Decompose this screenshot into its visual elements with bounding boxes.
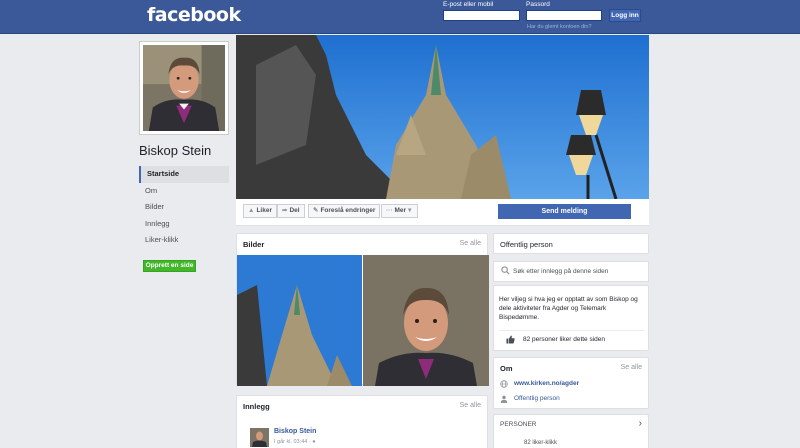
photos-card-title: Bilder [243,240,265,249]
page-search-input[interactable] [513,266,643,277]
posts-see-all-link[interactable]: Se alle [460,402,481,409]
password-label: Passord [526,1,550,8]
share-arrow-icon: ➦ [282,207,288,214]
chevron-right-icon: › [638,418,642,429]
om-see-all-link[interactable]: Se alle [621,364,642,371]
page-action-bar: ▲ Liker ➦ Del ✎ Foreslå endringer ··· Mer ▾ S… [236,199,649,226]
avatar-image [250,428,269,447]
om-category-link[interactable]: Offentlig person [514,395,560,402]
facebook-logo[interactable]: facebook [147,4,241,26]
nav-item-startside[interactable]: Startside [139,166,229,183]
photos-card: Bilder Se alle [236,233,489,386]
share-button[interactable]: ➦ Del [277,204,305,218]
cathedral-cover-image [236,35,649,199]
post-author-name[interactable]: Biskop Stein [274,428,316,435]
photos-thumbnails[interactable] [237,255,489,386]
ellipsis-icon: ··· [386,207,393,214]
website-link[interactable]: www.kirken.no/agder [514,380,579,387]
nav-item-bilder[interactable]: Bilder [139,199,229,216]
thumbs-up-icon: ▲ [248,207,255,214]
left-navigation: Startside Om Bilder Innlegg Liker-klikk [139,166,229,249]
persons-card[interactable]: PERSONER › 82 liker-klikk [493,414,649,448]
person-icon [500,395,508,403]
globe-icon: ● [312,439,316,445]
page-title: Biskop Stein [139,143,212,158]
om-card-title: Om [500,364,513,373]
about-card: Her viljeg si hva jeg er opptatt av som … [493,285,649,351]
persons-count: 82 liker-klikk [524,440,558,446]
category-card: Offentlig person [493,233,649,254]
nav-item-innlegg[interactable]: Innlegg [139,216,229,233]
nav-item-liker-klikk[interactable]: Liker-klikk [139,232,229,249]
photos-see-all-link[interactable]: Se alle [460,240,481,247]
pencil-icon: ✎ [313,207,319,214]
search-icon [501,266,510,275]
login-button[interactable]: Logg inn [609,9,641,22]
send-message-button[interactable]: Send melding [498,204,631,219]
about-description: Her viljeg si hva jeg er opptatt av som … [499,296,638,321]
thumbs-up-icon [506,335,515,344]
page-search [493,261,649,282]
password-input[interactable] [526,10,602,21]
cover-photo[interactable] [236,35,649,199]
top-bar: facebook E-post eller mobil Passord Logg… [0,0,800,34]
globe-icon [500,380,508,388]
post-timestamp[interactable]: I går kl. 03:44 · ● [274,439,316,445]
more-button[interactable]: ··· Mer ▾ [381,204,419,218]
chevron-down-icon: ▾ [408,207,412,214]
posts-card: Innlegg Se alle Biskop Stein I går kl. 0… [236,395,488,448]
like-button[interactable]: ▲ Liker [243,204,277,218]
page-category[interactable]: Offentlig person [500,240,553,249]
forgot-account-link[interactable]: Har du glemt kontoen din? [527,24,592,30]
likes-count-text: 82 personer liker dette siden [523,336,606,343]
photos-grid [237,255,489,386]
profile-picture[interactable] [139,41,229,135]
posts-card-title: Innlegg [243,402,270,411]
portrait-image [143,45,225,131]
likes-summary[interactable]: 82 personer liker dette siden [499,330,644,348]
post-author-avatar[interactable] [250,428,269,447]
nav-item-om[interactable]: Om [139,183,229,200]
persons-card-title: PERSONER [500,421,537,428]
email-input[interactable] [443,10,520,21]
create-page-button[interactable]: Opprett en side [143,260,196,272]
om-card: Om Se alle www.kirken.no/agder Offentlig… [493,357,649,409]
email-label: E-post eller mobil [443,1,494,8]
suggest-edits-button[interactable]: ✎ Foreslå endringer [308,204,381,218]
